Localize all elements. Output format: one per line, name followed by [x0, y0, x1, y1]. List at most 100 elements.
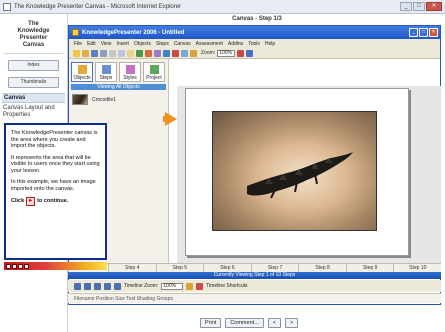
app-title: KnowledgePresenter 2006 - Untitled [82, 29, 185, 36]
timeline-zoom-select[interactable]: 100% [161, 282, 184, 290]
timeline-step[interactable]: Step 7 [250, 264, 299, 272]
close-icon[interactable]: ✕ [426, 2, 442, 11]
object-thumbnail [72, 94, 88, 105]
tab-steps[interactable]: Steps [95, 62, 117, 82]
timeline-step[interactable]: Step 8 [298, 264, 346, 272]
timeline-shortcuts[interactable]: Timeline Shortcuts [206, 283, 247, 289]
continue-button-icon[interactable]: ▸ [26, 197, 36, 206]
last-icon[interactable] [24, 263, 29, 269]
canvas-page[interactable] [185, 88, 409, 256]
insert-text-icon[interactable] [154, 49, 161, 57]
remove-step-icon[interactable] [196, 282, 204, 290]
open-icon[interactable] [82, 49, 89, 57]
delete-icon[interactable] [172, 49, 179, 57]
help-icon[interactable] [237, 49, 245, 57]
layer-icon[interactable] [190, 49, 197, 57]
timeline-step[interactable]: Step 5 [155, 264, 204, 272]
timeline-step[interactable]: Step 4 [108, 264, 156, 272]
menu-edit[interactable]: Edit [87, 41, 96, 47]
timeline-toolbar: Timeline Zoom: 100% Timeline Shortcuts [68, 280, 441, 292]
save-icon[interactable] [91, 49, 98, 57]
paste-icon[interactable] [127, 49, 134, 57]
comment-button[interactable]: Comment... [225, 318, 264, 328]
palette-tabs: Objects Steps Styles Project [69, 59, 168, 82]
timeline-step[interactable]: Step 6 [203, 264, 251, 272]
tab-objects[interactable]: Objects [71, 62, 93, 82]
menu-tools[interactable]: Tools [248, 41, 260, 47]
rewind-icon[interactable] [74, 282, 81, 290]
maximize-icon[interactable]: □ [413, 2, 425, 11]
window-controls: _ □ ✕ [400, 2, 442, 11]
timeline-step[interactable]: Step 9 [345, 264, 394, 272]
tab-styles[interactable]: Styles [119, 62, 141, 82]
group-icon[interactable] [181, 49, 188, 57]
object-list-item[interactable]: Crocodile1 [72, 94, 165, 105]
styles-icon [126, 65, 135, 74]
align-icon[interactable] [163, 49, 170, 57]
step-timeline: Step 4 Step 5 Step 6 Step 7 Step 8 Step … [68, 263, 441, 272]
print-button[interactable]: Print [200, 318, 222, 328]
browser-title: The Knowledge Presenter Canvas - Microso… [14, 3, 182, 10]
add-step-icon[interactable] [186, 282, 194, 290]
tutorial-logo: The Knowledge Presenter Canvas [4, 21, 63, 54]
next-icon[interactable] [18, 263, 23, 269]
palette-filter-strip: Viewing All Objects [71, 84, 166, 90]
viewing-status: Currently Viewing Step 1 of 10 Steps [68, 272, 441, 279]
new-icon[interactable] [73, 49, 80, 57]
forward-icon[interactable] [104, 282, 111, 290]
app-icon [72, 29, 79, 36]
menu-file[interactable]: File [74, 41, 82, 47]
next-button[interactable]: > [284, 318, 299, 328]
menu-canvas[interactable]: Canvas [174, 41, 191, 47]
app-maximize-icon[interactable]: □ [419, 28, 428, 37]
timeline-zoom-label: Timeline Zoom: [124, 283, 159, 289]
publish-icon[interactable] [246, 49, 254, 57]
step-title: Canvas - Step 1/3 [69, 14, 445, 24]
app-close-icon[interactable]: ✕ [429, 28, 438, 37]
crocodile-image[interactable] [212, 111, 377, 231]
end-icon[interactable] [114, 282, 121, 290]
ie-icon [3, 2, 11, 11]
index-button[interactable]: Index [8, 60, 59, 71]
cut-icon[interactable] [109, 49, 116, 57]
copy-icon[interactable] [118, 49, 125, 57]
tab-project[interactable]: Project [143, 62, 165, 82]
tutorial-footer: Print Comment... < > [200, 318, 299, 328]
app-window-controls: _ □ ✕ [409, 28, 438, 37]
sidebar-section-canvas[interactable]: Canvas [2, 93, 65, 103]
pointer-arrow-icon [165, 112, 177, 126]
canvas-workspace [177, 86, 441, 263]
menu-help[interactable]: Help [265, 41, 275, 47]
insert-shape-icon[interactable] [145, 49, 152, 57]
continue-instruction: Click ▸ to continue. [11, 197, 69, 206]
first-icon[interactable] [6, 263, 11, 269]
prev-icon[interactable] [12, 263, 17, 269]
menu-addins[interactable]: Addins [228, 41, 243, 47]
app-title-bar: KnowledgePresenter 2006 - Untitled _ □ ✕ [69, 26, 440, 39]
callout-paragraph-1: The KnowledgePresenter canvas is the are… [11, 130, 98, 149]
play-icon[interactable] [94, 282, 101, 290]
preview-icon[interactable] [100, 49, 107, 57]
thumbnails-button[interactable]: Thumbnails [8, 77, 59, 88]
menu-insert[interactable]: Insert [116, 41, 129, 47]
back-icon[interactable] [84, 282, 91, 290]
menu-steps[interactable]: Steps [156, 41, 169, 47]
menu-assessment[interactable]: Assessment [196, 41, 223, 47]
zoom-select[interactable]: 100% [217, 49, 236, 57]
previous-button[interactable]: < [267, 318, 281, 328]
timeline-step[interactable]: Step 10 [393, 264, 441, 272]
object-name: Crocodile1 [92, 96, 116, 103]
crocodile-shape [247, 152, 353, 199]
steps-icon [102, 65, 111, 74]
menu-objects[interactable]: Objects [134, 41, 151, 47]
main-toolbar: Zoom: 100% [69, 48, 440, 59]
tutorial-callout: The KnowledgePresenter canvas is the are… [4, 123, 107, 260]
insert-image-icon[interactable] [136, 49, 143, 57]
browser-title-bar: The Knowledge Presenter Canvas - Microso… [0, 0, 445, 14]
sidebar-item-canvas-layout[interactable]: Canvas Layout and Properties [3, 105, 64, 119]
app-minimize-icon[interactable]: _ [409, 28, 418, 37]
minimize-icon[interactable]: _ [400, 2, 412, 11]
menu-view[interactable]: View [101, 41, 112, 47]
callout-paragraph-2: It represents the area that will be visi… [11, 154, 100, 174]
zoom-label: Zoom: [201, 50, 216, 56]
